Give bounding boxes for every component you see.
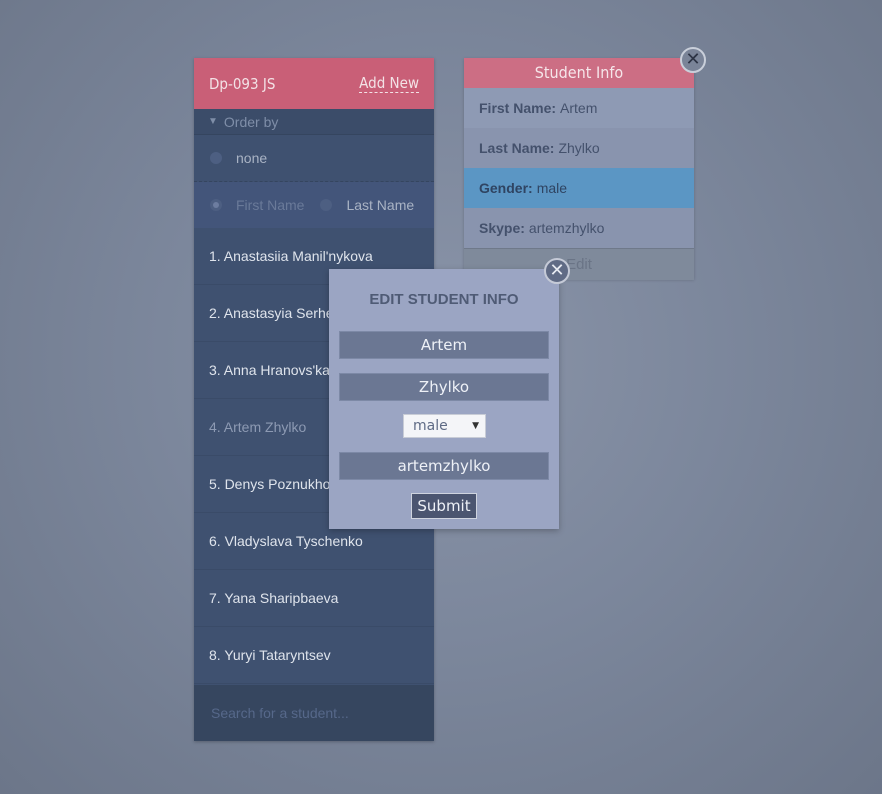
search-box xyxy=(194,685,434,741)
close-icon[interactable]: ✕ xyxy=(680,47,706,73)
last-name-field[interactable]: Zhylko xyxy=(339,373,549,401)
info-skype: Skype: artemzhylko xyxy=(464,208,694,248)
triangle-down-icon: ▼ xyxy=(208,116,218,127)
info-skype-label: Skype: xyxy=(479,220,525,236)
order-by-label: Order by xyxy=(223,113,279,130)
order-option-none[interactable]: none xyxy=(194,135,434,182)
first-name-field[interactable]: Artem xyxy=(339,331,549,359)
radio-last-name-label: Last Name xyxy=(346,197,415,213)
add-new-link[interactable]: Add New xyxy=(359,74,419,93)
group-title: Dp-093 JS xyxy=(209,74,276,93)
info-last-name-value: Zhylko xyxy=(558,140,600,156)
search-input[interactable] xyxy=(209,704,413,722)
info-gender-label: Gender: xyxy=(479,180,533,196)
modal-title: EDIT STUDENT INFO xyxy=(369,291,519,308)
info-last-name-label: Last Name: xyxy=(479,140,555,156)
student-info-panel: Student Info First Name: Artem Last Name… xyxy=(464,58,694,280)
info-first-name: First Name: Artem xyxy=(464,88,694,128)
skype-field[interactable]: artemzhylko xyxy=(339,452,549,480)
order-by-toggle[interactable]: ▼ Order by xyxy=(194,109,434,135)
info-skype-value: artemzhylko xyxy=(528,220,605,236)
radio-last-name[interactable] xyxy=(320,199,333,211)
list-item[interactable]: 7. Yana Sharipbaeva xyxy=(194,570,434,627)
order-options-names: First Name Last Name xyxy=(194,182,434,228)
gender-select[interactable]: male ▼ xyxy=(403,414,486,438)
info-first-name-value: Artem xyxy=(560,100,598,116)
gender-select-value: male xyxy=(413,418,448,434)
radio-none[interactable] xyxy=(210,152,222,164)
radio-first-name[interactable] xyxy=(210,199,222,211)
list-header: Dp-093 JS Add New xyxy=(194,58,434,109)
info-gender-value: male xyxy=(536,180,568,196)
student-info-title: Student Info xyxy=(464,58,694,88)
list-item[interactable]: 8. Yuryi Tataryntsev xyxy=(194,627,434,684)
radio-first-name-label: First Name xyxy=(236,197,305,213)
chevron-down-icon: ▼ xyxy=(472,421,479,431)
radio-none-label: none xyxy=(236,150,268,166)
info-gender: Gender: male xyxy=(464,168,694,208)
info-first-name-label: First Name: xyxy=(479,100,557,116)
submit-button[interactable]: Submit xyxy=(411,493,477,519)
close-icon[interactable]: ✕ xyxy=(544,258,570,284)
info-last-name: Last Name: Zhylko xyxy=(464,128,694,168)
edit-student-modal: EDIT STUDENT INFO Artem Zhylko male ▼ ar… xyxy=(329,269,559,529)
